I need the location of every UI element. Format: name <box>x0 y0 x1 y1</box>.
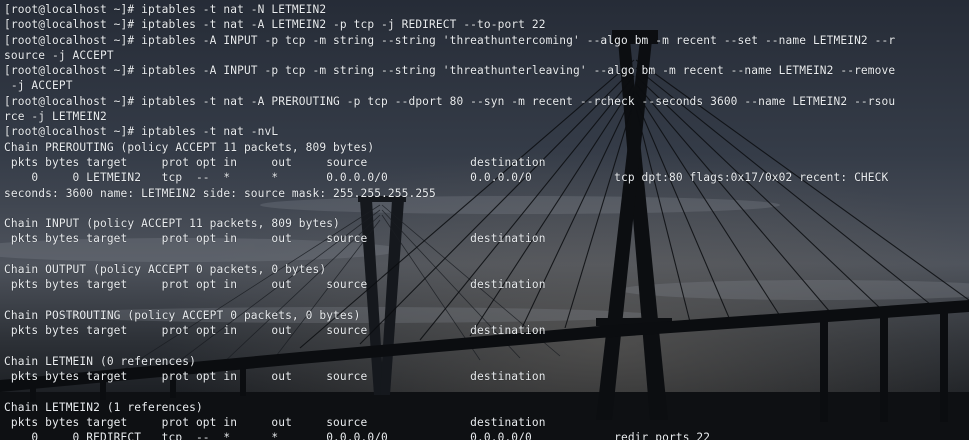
terminal-line: pkts bytes target prot opt in out source… <box>4 232 546 246</box>
terminal-line: [root@localhost ~]# iptables -t nat -N L… <box>4 3 327 16</box>
terminal-line: rce -j LETMEIN2 <box>4 110 107 124</box>
terminal-line: pkts bytes target prot opt in out source… <box>4 155 546 169</box>
terminal-line: Chain OUTPUT (policy ACCEPT 0 packets, 0… <box>4 263 327 277</box>
terminal-line: source -j ACCEPT <box>4 48 114 62</box>
terminal-line: [root@localhost ~]# iptables -t nat -A P… <box>4 94 896 108</box>
terminal-line: 0 0 LETMEIN2 tcp -- * * 0.0.0.0/0 0.0.0.… <box>4 171 889 185</box>
terminal-line: -j ACCEPT <box>4 79 73 93</box>
terminal-line: pkts bytes target prot opt in out source… <box>4 278 546 292</box>
terminal-line: Chain LETMEIN (0 references) <box>4 354 196 368</box>
terminal-output: [root@localhost ~]# iptables -t nat -N L… <box>4 2 966 440</box>
terminal-line: pkts bytes target prot opt in out source… <box>4 416 546 430</box>
terminal-line: [root@localhost ~]# iptables -t nat -nvL <box>4 125 279 139</box>
terminal-line: Chain POSTROUTING (policy ACCEPT 0 packe… <box>4 308 361 322</box>
terminal-line: [root@localhost ~]# iptables -t nat -A L… <box>4 18 546 32</box>
terminal-line: pkts bytes target prot opt in out source… <box>4 324 546 338</box>
terminal-line: pkts bytes target prot opt in out source… <box>4 370 546 384</box>
terminal-line: seconds: 3600 name: LETMEIN2 side: sourc… <box>4 186 436 200</box>
terminal-line: Chain PREROUTING (policy ACCEPT 11 packe… <box>4 140 375 154</box>
terminal-line: [root@localhost ~]# iptables -A INPUT -p… <box>4 33 896 47</box>
terminal-line: Chain LETMEIN2 (1 references) <box>4 400 203 414</box>
terminal-line: Chain INPUT (policy ACCEPT 11 packets, 8… <box>4 217 340 231</box>
terminal-line: 0 0 REDIRECT tcp -- * * 0.0.0.0/0 0.0.0.… <box>4 431 711 440</box>
terminal-window[interactable]: [root@localhost ~]# iptables -t nat -N L… <box>0 0 969 440</box>
terminal-line: [root@localhost ~]# iptables -A INPUT -p… <box>4 64 896 78</box>
